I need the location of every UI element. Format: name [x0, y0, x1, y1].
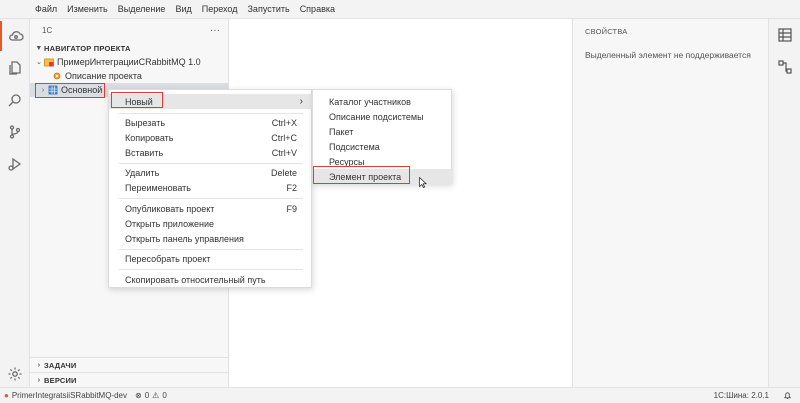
table-icon[interactable]: [777, 27, 793, 43]
tree-item-project[interactable]: ⌄ ПримерИнтеграцииCRabbitMQ 1.0: [30, 55, 228, 69]
context-menu-open-panel[interactable]: Открыть панель управления: [109, 231, 313, 246]
activity-bar: [0, 19, 30, 387]
context-menu-paste[interactable]: Вставить Ctrl+V: [109, 145, 313, 160]
warning-icon: ⚠: [152, 391, 160, 400]
submenu-participants-catalog[interactable]: Каталог участников: [313, 94, 453, 109]
context-menu-copy[interactable]: Копировать Ctrl+C: [109, 130, 313, 145]
menu-edit[interactable]: Изменить: [62, 0, 113, 19]
context-menu: Новый › Вырезать Ctrl+X Копировать Ctrl+…: [108, 89, 313, 288]
branch-name: PrimerIntegratsiiSRabbitMQ-dev: [11, 391, 127, 400]
app-logo: [0, 0, 30, 19]
context-menu-rename[interactable]: Переименовать F2: [109, 180, 313, 195]
submenu-project-element[interactable]: Элемент проекта: [313, 169, 453, 184]
submenu-subsystem[interactable]: Подсистема: [313, 139, 453, 154]
tree-item-label: Основной: [61, 85, 103, 95]
warning-count: 0: [162, 391, 167, 400]
problems-indicator[interactable]: ⊗ 0 ⚠ 0: [131, 391, 171, 400]
menu-view[interactable]: Вид: [170, 0, 196, 19]
settings-gear-icon[interactable]: [0, 359, 30, 389]
properties-panel: СВОЙСТВА Выделенный элемент не поддержив…: [572, 19, 768, 387]
properties-message: Выделенный элемент не поддерживается: [585, 50, 751, 60]
context-menu-rebuild[interactable]: Пересобрать проект: [109, 251, 313, 266]
chevron-right-icon: ›: [37, 376, 41, 384]
sidebar-bottom-sections: › ЗАДАЧИ › ВЕРСИИ: [30, 357, 229, 387]
new-submenu: Каталог участников Описание подсистемы П…: [312, 89, 453, 184]
sidebar-header: 1С ···: [30, 19, 228, 41]
versions-section-header[interactable]: › ВЕРСИИ: [30, 372, 229, 387]
run-debug-icon[interactable]: [0, 149, 30, 179]
branch-icon: ●: [4, 391, 9, 400]
files-icon[interactable]: [0, 53, 30, 83]
submenu-package[interactable]: Пакет: [313, 124, 453, 139]
branch-indicator[interactable]: ● PrimerIntegratsiiSRabbitMQ-dev: [0, 391, 131, 400]
source-control-icon[interactable]: [0, 117, 30, 147]
context-menu-publish[interactable]: Опубликовать проект F9: [109, 201, 313, 216]
menu-selection[interactable]: Выделение: [113, 0, 171, 19]
menu-separator: [119, 249, 303, 250]
menu-run[interactable]: Запустить: [243, 0, 295, 19]
more-actions-icon[interactable]: ···: [210, 25, 220, 36]
versions-title: ВЕРСИИ: [44, 375, 77, 385]
menu-bar: Файл Изменить Выделение Вид Переход Запу…: [0, 0, 800, 19]
search-icon[interactable]: [0, 85, 30, 115]
tree-item-label: Описание проекта: [65, 71, 142, 81]
context-menu-delete[interactable]: Удалить Delete: [109, 165, 313, 180]
context-menu-new[interactable]: Новый ›: [109, 94, 313, 109]
navigator-section-header[interactable]: ▼ НАВИГАТОР ПРОЕКТА: [30, 41, 228, 55]
menu-go[interactable]: Переход: [197, 0, 243, 19]
menu-help[interactable]: Справка: [295, 0, 340, 19]
menu-file[interactable]: Файл: [30, 0, 62, 19]
connections-icon[interactable]: [777, 59, 793, 75]
gear-icon: [52, 71, 62, 81]
navigator-title: НАВИГАТОР ПРОЕКТА: [44, 43, 131, 53]
menu-separator: [119, 198, 303, 199]
submenu-resources[interactable]: Ресурсы: [313, 154, 453, 169]
right-activity-bar: [768, 19, 800, 387]
chevron-right-icon: ›: [41, 86, 45, 94]
project-icon: [44, 57, 54, 67]
tasks-section-header[interactable]: › ЗАДАЧИ: [30, 357, 229, 372]
notifications-bell-icon[interactable]: [779, 391, 800, 400]
mouse-cursor-icon: [419, 176, 428, 189]
chevron-right-icon: ›: [299, 96, 303, 107]
subsystem-icon: [48, 85, 58, 95]
tasks-title: ЗАДАЧИ: [44, 360, 77, 370]
menu-separator: [119, 113, 303, 114]
submenu-subsystem-description[interactable]: Описание подсистемы: [313, 109, 453, 124]
cloud-icon[interactable]: [0, 21, 30, 51]
chevron-down-icon: ⌄: [36, 59, 42, 66]
menu-separator: [119, 269, 303, 270]
properties-title: СВОЙСТВА: [585, 27, 628, 36]
status-bar: ● PrimerIntegratsiiSRabbitMQ-dev ⊗ 0 ⚠ 0…: [0, 387, 800, 403]
context-menu-copy-path[interactable]: Скопировать относительный путь: [109, 272, 313, 287]
menu-separator: [119, 163, 303, 164]
chevron-right-icon: ›: [37, 361, 41, 369]
tree-item-label: ПримерИнтеграцииCRabbitMQ 1.0: [57, 57, 201, 67]
error-icon: ⊗: [135, 391, 142, 400]
version-label[interactable]: 1С:Шина: 2.0.1: [710, 391, 779, 400]
sidebar-title: 1С: [42, 25, 53, 35]
tree-item-project-description[interactable]: Описание проекта: [30, 69, 228, 83]
error-count: 0: [144, 391, 150, 400]
context-menu-open-app[interactable]: Открыть приложение: [109, 216, 313, 231]
chevron-down-icon: ▼: [35, 44, 43, 52]
context-menu-cut[interactable]: Вырезать Ctrl+X: [109, 115, 313, 130]
